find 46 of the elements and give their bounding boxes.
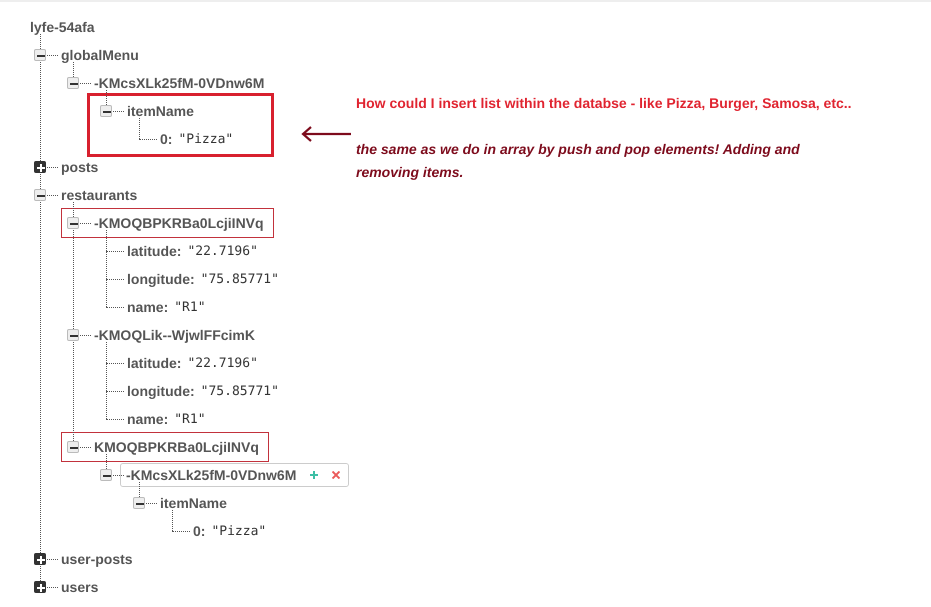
- remove-button[interactable]: [332, 471, 340, 479]
- collapse-toggle[interactable]: [67, 441, 79, 453]
- field-key: latitude:: [127, 355, 182, 371]
- field-key: longitude:: [127, 383, 195, 399]
- question-text: How could I insert list within the databse - like Pizza, Burger, Samosa, etc..: [356, 94, 853, 113]
- collapse-toggle[interactable]: [67, 77, 79, 89]
- node-key[interactable]: -KMOQLik--WjwlFFcimK: [94, 327, 255, 343]
- expand-toggle[interactable]: [34, 553, 46, 565]
- field-value[interactable]: "22.7196": [187, 356, 258, 370]
- field-value[interactable]: "75.85771": [200, 384, 279, 398]
- collapse-toggle[interactable]: [67, 217, 79, 229]
- node-edit-box[interactable]: -KMcsXLk25fM-0VDnw6M: [120, 463, 350, 487]
- node-key[interactable]: -KMcsXLk25fM-0VDnw6M: [94, 75, 264, 91]
- expand-toggle[interactable]: [34, 161, 46, 173]
- field-value[interactable]: "R1": [174, 412, 206, 426]
- field-value[interactable]: "R1": [174, 300, 206, 314]
- node-key[interactable]: globalMenu: [61, 47, 139, 63]
- node-key[interactable]: itemName: [160, 495, 227, 511]
- collapse-toggle[interactable]: [100, 469, 112, 481]
- field-key: latitude:: [127, 243, 182, 259]
- collapse-toggle[interactable]: [34, 49, 46, 61]
- arrow-icon: [301, 126, 351, 142]
- collapse-toggle[interactable]: [100, 105, 112, 117]
- node-key[interactable]: itemName: [127, 103, 194, 119]
- field-key: 0:: [160, 131, 172, 147]
- field-value[interactable]: "Pizza": [178, 132, 234, 146]
- note-text: the same as we do in array by push and pop elements! Adding and removing items.: [356, 140, 801, 182]
- collapse-toggle[interactable]: [67, 329, 79, 341]
- field-key: lyfe-54afa: [30, 19, 95, 35]
- node-key[interactable]: restaurants: [61, 187, 138, 203]
- field-value[interactable]: "Pizza": [211, 524, 266, 538]
- node-key[interactable]: posts: [61, 159, 98, 175]
- collapse-toggle[interactable]: [133, 497, 145, 509]
- node-key[interactable]: -KMcsXLk25fM-0VDnw6M: [126, 467, 296, 483]
- node-key[interactable]: users: [61, 579, 98, 595]
- collapse-toggle[interactable]: [34, 189, 46, 201]
- field-key: longitude:: [127, 271, 195, 287]
- field-key: name:: [127, 411, 168, 427]
- field-key: name:: [127, 299, 168, 315]
- node-key[interactable]: KMOQBPKRBa0LcjiINVq: [94, 439, 259, 455]
- expand-toggle[interactable]: [34, 581, 46, 593]
- field-value[interactable]: "75.85771": [200, 272, 279, 286]
- field-value[interactable]: "22.7196": [187, 244, 258, 258]
- field-key: 0:: [193, 523, 206, 539]
- node-key[interactable]: -KMOQBPKRBa0LcjiINVq: [94, 215, 264, 231]
- node-key[interactable]: user-posts: [61, 551, 133, 567]
